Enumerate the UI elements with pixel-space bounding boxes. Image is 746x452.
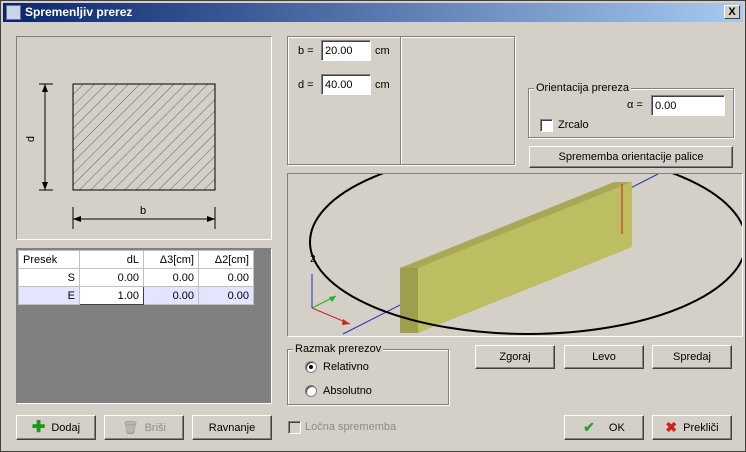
mirror-label: Zrcalo [558, 119, 589, 131]
d-input[interactable] [321, 74, 371, 95]
spacing-group-label: Razmak prerezov [293, 343, 384, 355]
sections-table: Presek dL Δ3[cm] Δ2[cm] S 0.00 0.00 0.00… [18, 250, 254, 305]
absolute-label: Absolutno [323, 385, 372, 397]
beam-end-face [400, 268, 418, 333]
relative-label: Relativno [323, 361, 369, 373]
change-orientation-button[interactable]: Sprememba orientacije palice [529, 146, 733, 168]
table-header-cell: Δ2[cm] [198, 250, 254, 269]
viewport-3d[interactable]: 2 [287, 149, 746, 337]
table-header-cell: Presek [18, 250, 80, 269]
table-cell[interactable]: 0.00 [198, 286, 254, 305]
beam-front-face [418, 182, 632, 333]
view-left-button[interactable]: Levo [564, 345, 644, 369]
table-cell-editing[interactable]: 1.00 [79, 286, 144, 305]
arc-change-checkbox[interactable] [288, 421, 301, 434]
relative-radio[interactable] [305, 361, 317, 373]
table-header-cell: dL [79, 250, 144, 269]
absolute-radio[interactable] [305, 385, 317, 397]
cross-icon: ✖ [665, 419, 678, 435]
table-header-row: Presek dL Δ3[cm] Δ2[cm] [18, 250, 254, 269]
alpha-input[interactable] [651, 95, 725, 116]
beam-3d-view [309, 149, 746, 335]
table-cell[interactable]: 0.00 [143, 268, 199, 287]
table-row[interactable]: S 0.00 0.00 0.00 [18, 268, 254, 287]
sections-table-panel: Presek dL Δ3[cm] Δ2[cm] S 0.00 0.00 0.00… [16, 248, 272, 404]
table-cell[interactable]: 0.00 [198, 268, 254, 287]
cancel-button[interactable]: ✖ Prekliči [652, 415, 732, 440]
table-cell[interactable]: 0.00 [143, 286, 199, 305]
section-drawing-panel: d b [16, 36, 272, 240]
delete-button[interactable]: 🗑 Briši [104, 415, 184, 440]
orientation-group-label: Orientacija prereza [534, 82, 631, 94]
ok-button[interactable]: ✔ OK [564, 415, 644, 440]
table-cell[interactable]: E [18, 286, 80, 305]
table-header-cell: Δ3[cm] [143, 250, 199, 269]
dim-b-label: b [140, 205, 147, 217]
alpha-label: α = [627, 99, 643, 111]
dialog-window: Spremenljiv prerez X d b b = 20.00 cm d … [0, 0, 746, 452]
d-label: d = [298, 79, 314, 91]
axis-2-label: 2 [310, 254, 316, 265]
delete-button-label: Briši [144, 421, 166, 434]
b-unit: cm [375, 45, 390, 57]
cancel-button-label: Prekliči [683, 421, 719, 434]
add-button[interactable]: ✚ Dodaj [16, 415, 96, 440]
b-label: b = [298, 45, 314, 57]
app-icon [6, 5, 21, 20]
close-button[interactable]: X [724, 5, 740, 19]
table-cell[interactable]: 0.00 [79, 268, 144, 287]
d-unit: cm [375, 79, 390, 91]
align-button[interactable]: Ravnanje [192, 415, 272, 440]
window-title: Spremenljiv prerez [25, 5, 133, 19]
mirror-checkbox[interactable] [540, 119, 553, 132]
title-bar[interactable]: Spremenljiv prerez X [3, 3, 743, 22]
checkmark-icon: ✔ [583, 419, 595, 435]
table-cell[interactable]: S [18, 268, 80, 287]
b-input[interactable] [321, 40, 371, 61]
ok-button-label: OK [608, 421, 625, 434]
trash-icon: 🗑 [122, 419, 139, 435]
dimensions-divider [400, 37, 402, 164]
table-row[interactable]: E 1.00 0.00 0.00 [18, 286, 254, 305]
add-button-label: Dodaj [51, 421, 81, 434]
section-rectangle [72, 83, 216, 191]
view-front-button[interactable]: Spredaj [652, 345, 732, 369]
arc-change-label: Ločna sprememba [305, 421, 397, 433]
dim-d-label: d [25, 135, 38, 143]
plus-icon: ✚ [31, 418, 46, 436]
view-top-button[interactable]: Zgoraj [475, 345, 555, 369]
